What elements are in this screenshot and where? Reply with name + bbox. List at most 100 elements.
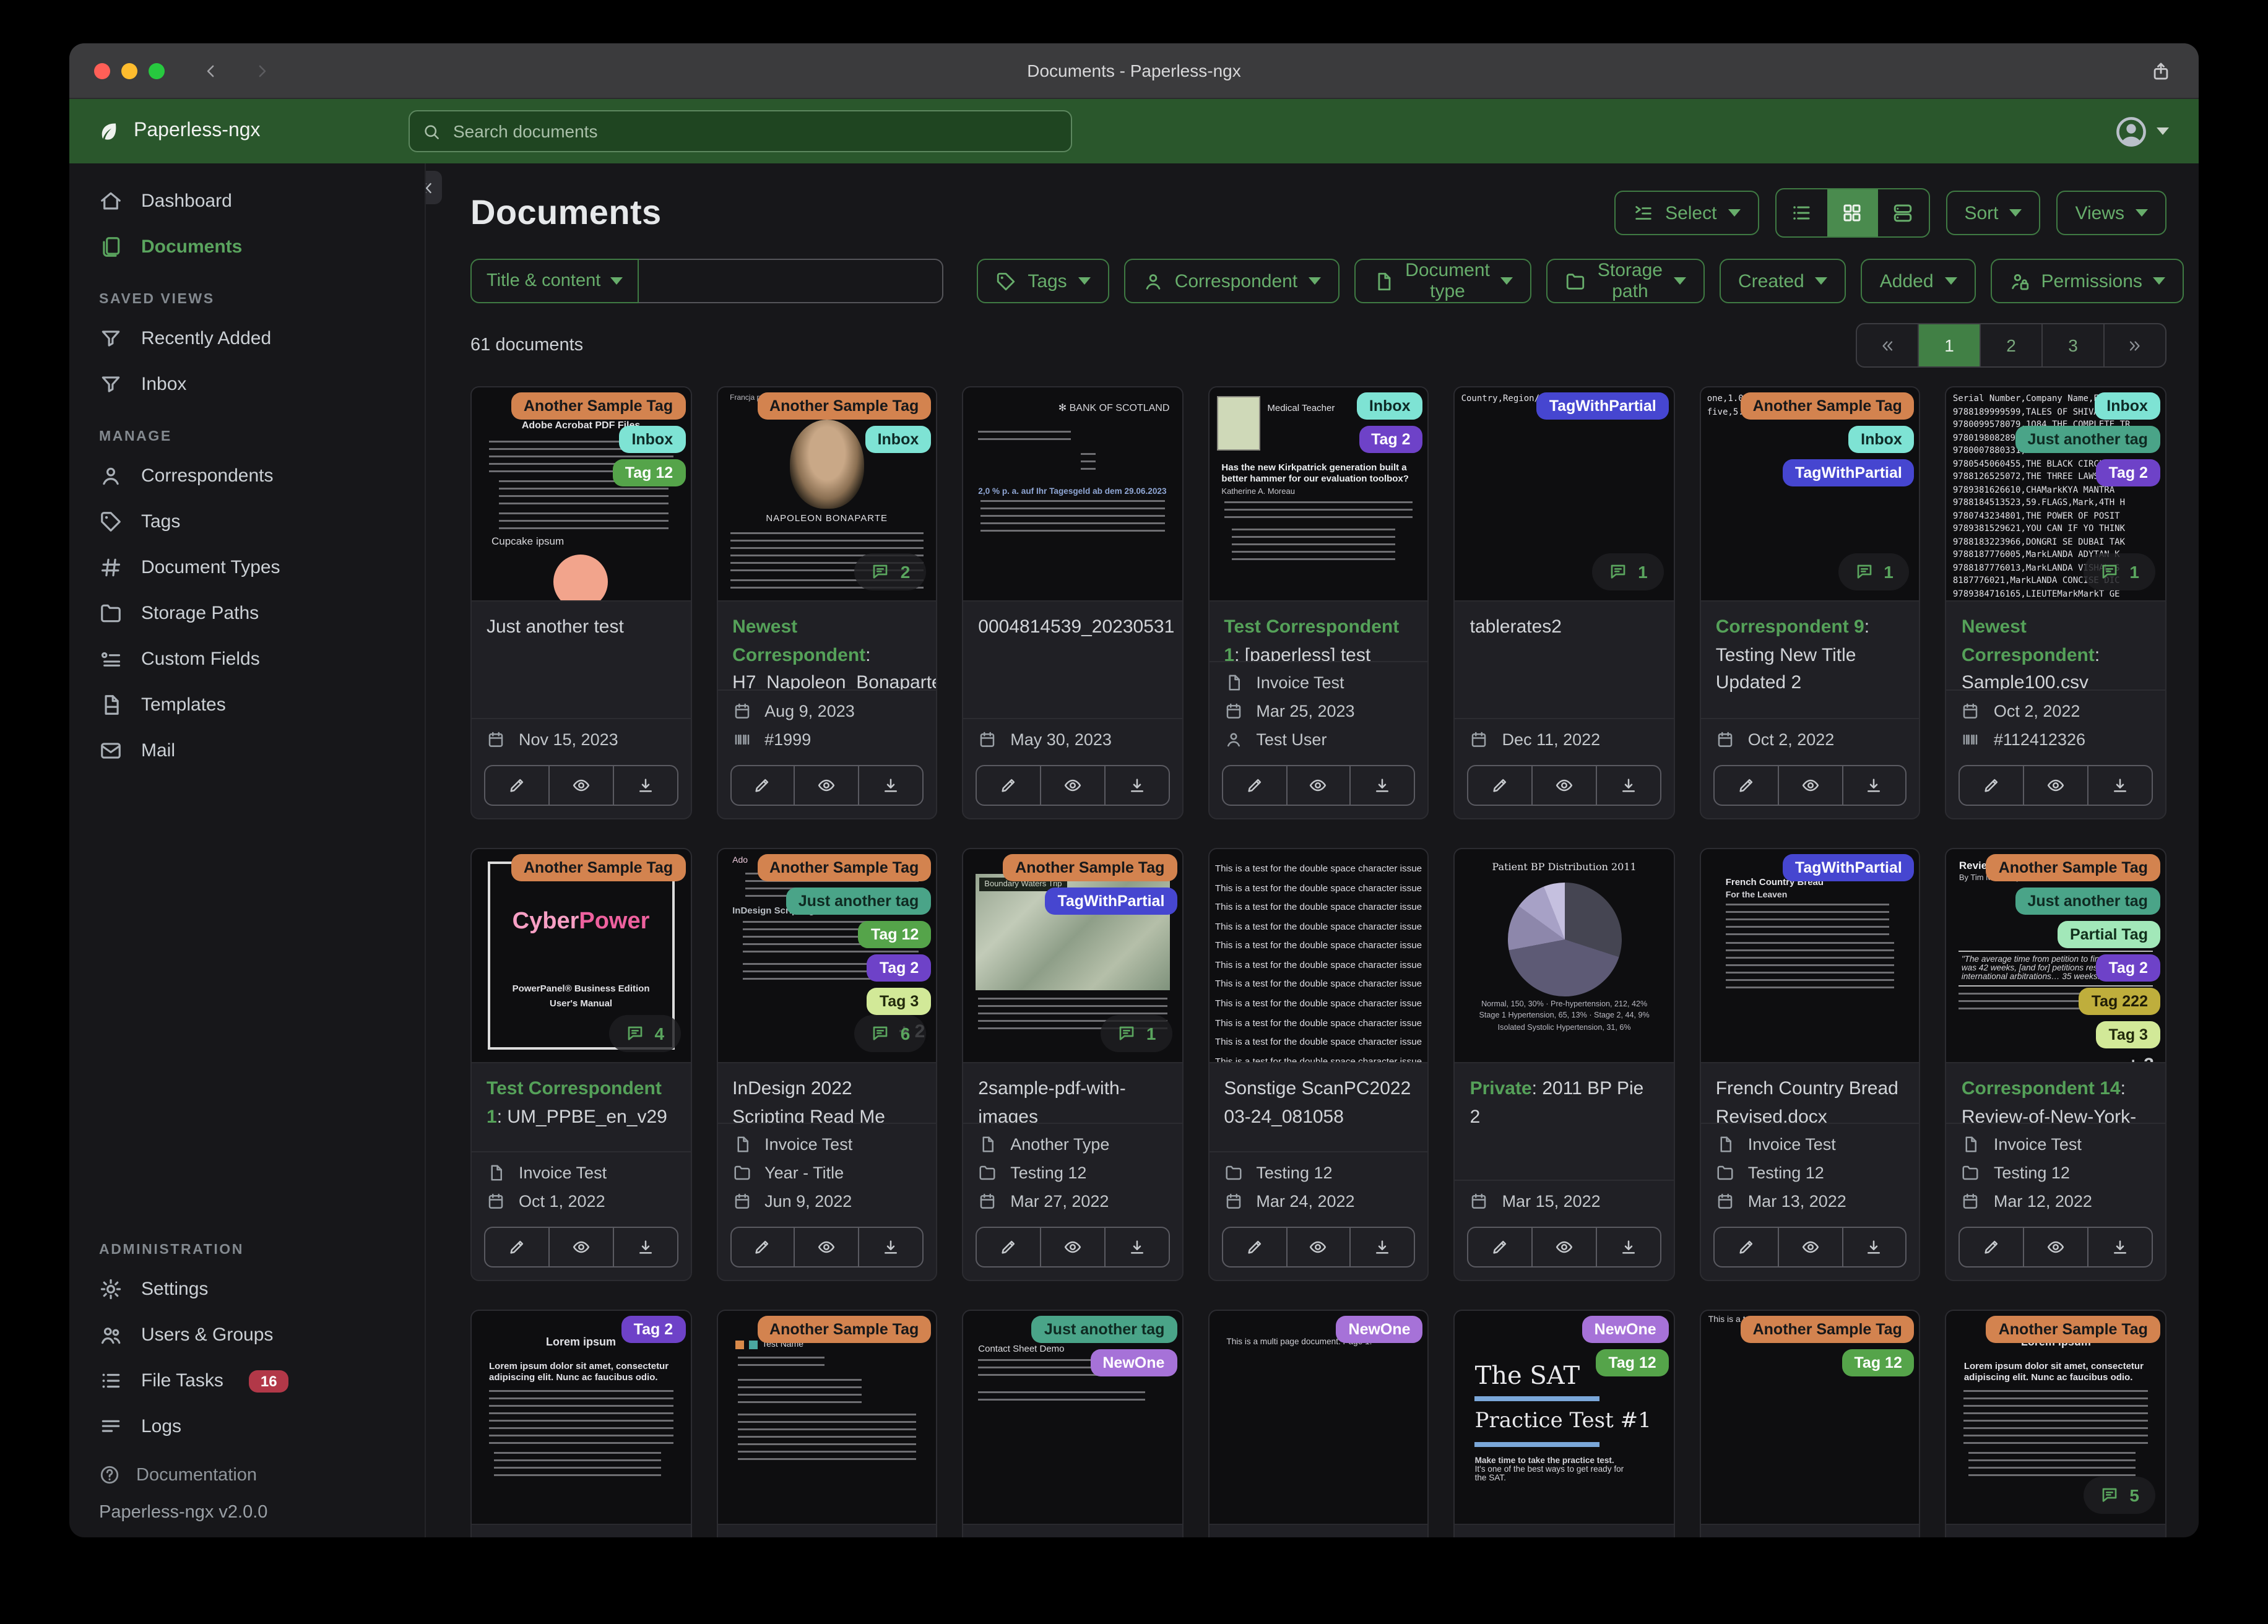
edit-button[interactable] — [1469, 1228, 1533, 1266]
download-button[interactable] — [1597, 1228, 1660, 1266]
document-title[interactable]: Test Correspondent 1: [paperless] test p… — [1224, 616, 1399, 661]
document-title[interactable]: Sonstige ScanPC2022 03-24_081058 — [1224, 1078, 1411, 1127]
tag-chip[interactable]: Another Sample Tag — [757, 392, 932, 420]
edit-button[interactable] — [1223, 1228, 1288, 1266]
filter-storage-path-button[interactable]: Storage path — [1546, 259, 1705, 303]
sidebar-item-dashboard[interactable]: Dashboard — [69, 178, 425, 224]
edit-button[interactable] — [1715, 1228, 1779, 1266]
tag-chip[interactable]: Another Sample Tag — [1986, 854, 2160, 881]
preview-button[interactable] — [1287, 766, 1351, 805]
document-thumbnail[interactable]: Lorem ipsumLorem ipsum dolor sit amet, c… — [472, 1311, 691, 1525]
preview-button[interactable] — [550, 1228, 614, 1266]
document-card[interactable]: ✻ BANK OF SCOTLAND 2,0 % p. a. auf Ihr Ta… — [962, 386, 1184, 819]
tag-chip[interactable]: Just another tag — [786, 888, 932, 915]
tag-chip[interactable]: Another Sample Tag — [511, 854, 686, 881]
sidebar-item-tags[interactable]: Tags — [69, 499, 425, 545]
download-button[interactable] — [1351, 766, 1414, 805]
preview-button[interactable] — [1287, 1228, 1351, 1266]
tag-chip[interactable]: NewOne — [1582, 1316, 1669, 1343]
preview-button[interactable] — [1533, 1228, 1597, 1266]
document-thumbnail[interactable]: This is a multi page document. Page 1. Ne… — [1209, 1311, 1428, 1525]
edit-button[interactable] — [731, 766, 795, 805]
document-title[interactable]: Newest Correspondent: Sample100.csv — [1962, 616, 2100, 689]
document-card[interactable]: This is a test Another Sample Tag Tag 12 — [1699, 1310, 1921, 1537]
document-thumbnail[interactable]: This is a test Another Sample Tag Tag 12 — [1700, 1311, 1920, 1525]
pagination-first[interactable] — [1857, 324, 1919, 366]
edit-button[interactable] — [1715, 766, 1779, 805]
filter-tags-button[interactable]: Tags — [977, 259, 1109, 303]
document-thumbnail[interactable]: French Country Bread For the Leaven TagWit… — [1700, 849, 1920, 1063]
tag-chip[interactable]: Another Sample Tag — [1740, 392, 1915, 420]
document-thumbnail[interactable]: Patient BP Distribution 2011 Normal, 150,… — [1455, 849, 1674, 1063]
tag-chip[interactable]: Another Sample Tag — [1740, 1316, 1915, 1343]
tag-chip[interactable]: Just another tag — [1031, 1316, 1177, 1343]
document-card[interactable]: CyberPower PowerPanel® Business Edition Us… — [470, 848, 692, 1281]
tag-chip[interactable]: Tag 12 — [612, 459, 686, 486]
download-button[interactable] — [1843, 766, 1906, 805]
tag-chip[interactable]: Tag 2 — [621, 1316, 686, 1343]
filter-added-button[interactable]: Added — [1861, 259, 1976, 303]
tag-chip[interactable]: Another Sample Tag — [1003, 854, 1177, 881]
tag-chip[interactable]: Just another tag — [2015, 426, 2160, 453]
document-title[interactable]: 2sample-pdf-with-images — [978, 1078, 1125, 1123]
sidebar-item-document-types[interactable]: Document Types — [69, 545, 425, 590]
user-menu[interactable] — [2114, 114, 2169, 148]
document-thumbnail[interactable]: This is a test for the double space char… — [1209, 849, 1428, 1063]
search-input[interactable] — [451, 120, 1058, 142]
zoom-window-button[interactable] — [149, 63, 165, 79]
tag-chip[interactable]: Tag 222 — [2079, 988, 2160, 1015]
forward-icon[interactable] — [253, 61, 271, 80]
tag-chip[interactable]: Another Sample Tag — [1986, 1316, 2160, 1343]
edit-button[interactable] — [731, 1228, 795, 1266]
document-thumbnail[interactable]: Country,Region/State,"Tab TagWithPartial 1 — [1455, 387, 1674, 602]
document-card[interactable]: Review of Arbitral AwardsBy Tim McCarthy… — [1945, 848, 2166, 1281]
sidebar-item-templates[interactable]: Templates — [69, 682, 425, 728]
pagination-page-3[interactable]: 3 — [2043, 324, 2105, 366]
preview-button[interactable] — [795, 1228, 860, 1266]
document-card[interactable]: This is a multi page document. Page 1. Ne… — [1208, 1310, 1429, 1537]
download-button[interactable] — [1106, 1228, 1169, 1266]
filter-created-button[interactable]: Created — [1720, 259, 1846, 303]
preview-button[interactable] — [1041, 766, 1106, 805]
document-thumbnail[interactable]: The SAT Practice Test #1 Make time to take… — [1455, 1311, 1674, 1525]
edit-button[interactable] — [1469, 766, 1533, 805]
sidebar-item-inbox[interactable]: Inbox — [69, 361, 425, 407]
tag-chip[interactable]: Tag 3 — [867, 988, 932, 1015]
edit-button[interactable] — [977, 1228, 1041, 1266]
document-title[interactable]: 0004814539_20230531 — [978, 616, 1174, 637]
correspondent-link[interactable]: Private — [1470, 1078, 1532, 1099]
document-card[interactable]: Francja pod r NAPOLEON BONAPARTE Another S… — [716, 386, 938, 819]
sidebar-item-file-tasks[interactable]: File Tasks 16 — [69, 1358, 425, 1404]
tag-chip[interactable]: Tag 2 — [2096, 954, 2160, 982]
filter-document-type-button[interactable]: Document type — [1354, 259, 1532, 303]
sidebar-item-storage-paths[interactable]: Storage Paths — [69, 590, 425, 636]
document-title[interactable]: tablerates2 — [1470, 616, 1562, 637]
tag-chip[interactable]: Tag 3 — [2096, 1021, 2160, 1048]
document-thumbnail[interactable]: one,1.0 five,5.0 Another Sample Tag Inbox T… — [1700, 387, 1920, 602]
document-thumbnail[interactable]: Adobe Acrobat PDF Files Cupcake ipsum Anot… — [472, 387, 691, 602]
edit-button[interactable] — [485, 766, 550, 805]
document-card[interactable]: Test Name Another Sample Tag — [716, 1310, 938, 1537]
document-card[interactable]: Lorem ipsumLorem ipsum dolor sit amet, c… — [1945, 1310, 2166, 1537]
document-thumbnail[interactable]: Francja pod r NAPOLEON BONAPARTE Another S… — [717, 387, 937, 602]
preview-button[interactable] — [1778, 1228, 1843, 1266]
brand[interactable]: Paperless-ngx — [97, 119, 409, 143]
document-title[interactable]: Newest Correspondent: H7_Napoleon_Bonapa… — [732, 616, 936, 689]
download-button[interactable] — [1106, 766, 1169, 805]
tag-chip[interactable]: Inbox — [619, 426, 686, 453]
document-thumbnail[interactable]: Boundary Waters Trip Another Sample Tag Ta… — [963, 849, 1182, 1063]
correspondent-link[interactable]: Newest Correspondent — [1962, 616, 2095, 665]
minimize-window-button[interactable] — [121, 63, 137, 79]
tag-chip[interactable]: TagWithPartial — [1782, 854, 1915, 881]
edit-button[interactable] — [1223, 766, 1288, 805]
document-thumbnail[interactable]: AdoInDesign Scripting DocumentationAnoth… — [717, 849, 937, 1063]
edit-button[interactable] — [485, 1228, 550, 1266]
edit-button[interactable] — [1960, 766, 2025, 805]
view-grid-button[interactable] — [1827, 189, 1878, 236]
document-card[interactable]: Boundary Waters Trip Another Sample Tag Ta… — [962, 848, 1184, 1281]
tag-chip[interactable]: NewOne — [1336, 1316, 1423, 1343]
sidebar-item-recently-added[interactable]: Recently Added — [69, 316, 425, 361]
tag-chip[interactable]: Inbox — [2094, 392, 2160, 420]
document-card[interactable]: one,1.0 five,5.0 Another Sample Tag Inbox T… — [1699, 386, 1921, 819]
download-button[interactable] — [1597, 766, 1660, 805]
